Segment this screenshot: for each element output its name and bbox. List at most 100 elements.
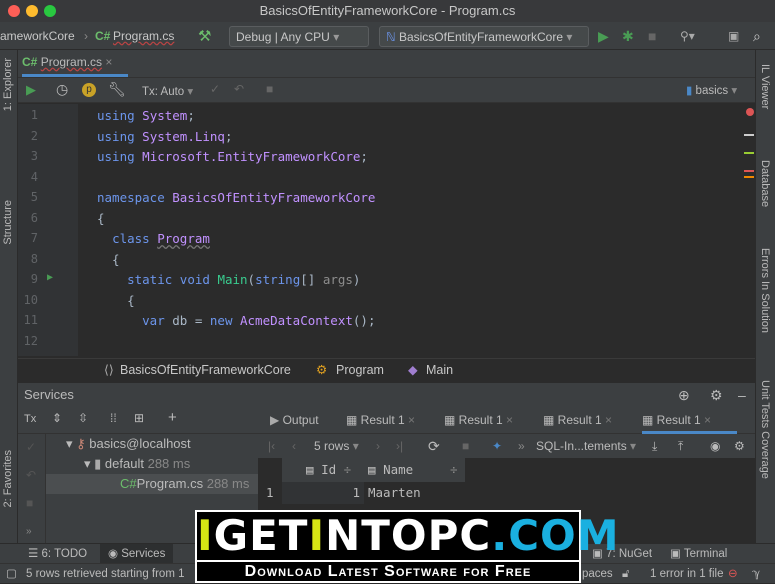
upload-icon[interactable]: ⤒ — [678, 434, 683, 458]
terminal-tool-tab[interactable]: ▣ Terminal — [670, 544, 727, 564]
collapse-all-icon[interactable]: ⇳ — [78, 411, 88, 425]
window-title: BasicsOfEntityFrameworkCore - Program.cs — [259, 3, 516, 18]
gear-icon[interactable]: ⚙ — [710, 383, 723, 407]
cancel-stop-icon[interactable]: ■ — [266, 82, 273, 96]
add-icon[interactable]: + — [168, 409, 177, 426]
stop-icon[interactable]: ■ — [26, 496, 33, 510]
stop-icon[interactable]: ■ — [462, 434, 469, 458]
column-header-id[interactable]: ▤ Id ÷ — [306, 458, 351, 482]
line-number: 9 — [30, 272, 38, 286]
error-indicator-icon[interactable] — [746, 108, 754, 116]
rows-count-dropdown[interactable]: 5 rows ▾ — [314, 434, 359, 458]
history-clock-icon[interactable]: ◷ — [56, 81, 68, 98]
todo-tool-tab[interactable]: ☰ 6: TODO — [28, 544, 87, 564]
profile-icon[interactable]: p — [82, 83, 96, 97]
sql-mode-dropdown[interactable]: SQL-In...tements ▾ — [536, 434, 636, 458]
minimize-icon[interactable]: – — [738, 383, 746, 407]
tab-result[interactable]: ▦ Result 1 × — [444, 413, 513, 427]
rollback-icon[interactable]: ↶ — [26, 468, 36, 482]
attach-icon[interactable]: ⚲▾ — [680, 26, 695, 47]
lock-icon[interactable]: 🔓︎ — [622, 564, 629, 584]
compare-icon[interactable]: ✦ — [492, 434, 502, 458]
tab-result[interactable]: ▦ Result 1 × — [346, 413, 415, 427]
commit-icon[interactable]: ✓ — [26, 440, 36, 454]
transaction-mode-dropdown[interactable]: Tx: Auto ▾ — [142, 84, 193, 98]
table-row[interactable]: 1 1 Maarten — [258, 482, 465, 504]
add-service-icon[interactable]: ⊞ — [134, 411, 144, 425]
search-icon[interactable]: ⌕ — [753, 26, 761, 47]
breadcrumb-namespace[interactable]: BasicsOfEntityFrameworkCore — [120, 359, 291, 381]
view-icon[interactable]: ◉ — [710, 434, 720, 458]
tab-result-active[interactable]: ▦ Result 1 × — [642, 413, 737, 434]
tx-icon[interactable]: Tx — [24, 413, 36, 425]
group-icon[interactable]: ⁞⁞ — [110, 411, 117, 425]
tab-result[interactable]: ▦ Result 1 × — [543, 413, 612, 427]
debug-bug-icon[interactable]: ✱ — [622, 26, 634, 47]
unit-tests-coverage-tool-tab[interactable]: Unit Tests Coverage — [759, 380, 771, 479]
code-line: namespace BasicsOfEntityFrameworkCore — [97, 190, 376, 205]
commit-icon[interactable]: ✓ — [210, 82, 220, 96]
last-page-icon[interactable]: ›| — [396, 434, 403, 458]
tab-program-cs[interactable]: C# Program.cs × — [22, 50, 128, 77]
first-page-icon[interactable]: |‹ — [268, 434, 275, 458]
settings-wrench-icon[interactable]: 🔧︎ — [108, 81, 126, 98]
title-bar: BasicsOfEntityFrameworkCore - Program.cs — [0, 0, 775, 22]
more-icon[interactable]: » — [26, 526, 32, 537]
line-number: 7 — [30, 231, 38, 245]
stop-icon[interactable]: ■ — [648, 26, 656, 47]
layout-icon[interactable]: ▢ — [6, 564, 17, 584]
expand-all-icon[interactable]: ⇕ — [52, 411, 62, 425]
gear-icon[interactable]: ⚙ — [734, 434, 745, 458]
class-icon: ⚙ — [316, 363, 328, 377]
favorites-tool-tab[interactable]: 2: Favorites — [2, 450, 14, 507]
code-line: using System.Linq; — [97, 128, 233, 144]
explorer-tool-tab[interactable]: 1: Explorer — [2, 58, 14, 111]
line-number: 8 — [30, 251, 38, 266]
minimize-window-button[interactable] — [26, 5, 38, 17]
tree-node-file[interactable]: C#Program.cs 288 ms — [46, 474, 258, 494]
tab-output[interactable]: ▶ Output — [270, 413, 319, 427]
errors-tool-tab[interactable]: Errors In Solution — [759, 248, 771, 333]
close-tab-icon[interactable]: × — [105, 55, 112, 69]
prev-page-icon[interactable]: ‹ — [292, 434, 296, 458]
datasource-dropdown[interactable]: ▮ basics ▾ — [686, 83, 737, 97]
error-count[interactable]: 1 error in 1 file — [650, 564, 724, 584]
run-target-dropdown[interactable]: ℕ BasicsOfEntityFrameworkCore ▾ — [379, 26, 589, 47]
breadcrumb-project[interactable]: ameworkCore — [0, 26, 75, 47]
tree-node-session[interactable]: ▾ ▮ default 288 ms — [46, 454, 278, 474]
execute-icon[interactable]: ▶ — [26, 82, 36, 98]
services-tree: ▾ ⚷ basics@localhost ▾ ▮ default 288 ms … — [46, 434, 278, 494]
download-icon[interactable]: ⤓ — [652, 434, 657, 458]
refresh-icon[interactable]: ⟳ — [428, 434, 440, 458]
breadcrumb-method[interactable]: Main — [426, 359, 453, 381]
line-number: 4 — [30, 169, 38, 184]
column-header-name[interactable]: ▤ Name — [368, 458, 413, 482]
code-line: { — [97, 251, 120, 267]
line-number: 6 — [30, 210, 38, 225]
code-editor[interactable]: 1 using System; 2 using System.Linq; 3 using … — [18, 104, 755, 356]
breadcrumb-file[interactable]: Program.cs — [113, 26, 174, 47]
next-page-icon[interactable]: › — [376, 434, 380, 458]
breadcrumb-class[interactable]: Program — [336, 359, 384, 381]
services-tool-tab[interactable]: ◉ Services — [100, 544, 174, 564]
line-number: 1 — [30, 108, 38, 122]
il-viewer-tool-tab[interactable]: IL Viewer — [759, 64, 771, 109]
tree-node-datasource[interactable]: ▾ ⚷ basics@localhost — [46, 434, 278, 454]
rollback-icon[interactable]: ↶ — [234, 82, 244, 96]
close-window-button[interactable] — [8, 5, 20, 17]
run-icon[interactable]: ▶ — [598, 26, 609, 47]
build-hammer-icon[interactable]: ⚒ — [198, 26, 211, 47]
configuration-dropdown[interactable]: Debug | Any CPU ▾ — [229, 26, 369, 47]
maximize-window-button[interactable] — [44, 5, 56, 17]
result-tabs: ▶ Output ▦ Result 1 × ▦ Result 1 × ▦ Res… — [258, 406, 755, 434]
terminal-window-icon[interactable]: ▣ — [728, 26, 739, 47]
editor-tabs: C# Program.cs × — [18, 50, 755, 77]
indent-status[interactable]: paces — [582, 564, 613, 584]
crosshair-icon[interactable]: ⊕ — [678, 383, 690, 407]
run-gutter-icon[interactable]: ▶ — [47, 272, 53, 283]
inspection-icon[interactable]: ℽ — [752, 564, 760, 584]
database-tool-tab[interactable]: Database — [759, 160, 771, 207]
structure-tool-tab[interactable]: Structure — [2, 200, 14, 245]
error-icon[interactable]: ⊖ — [728, 564, 738, 584]
code-line: using Microsoft.EntityFrameworkCore; — [97, 149, 368, 164]
